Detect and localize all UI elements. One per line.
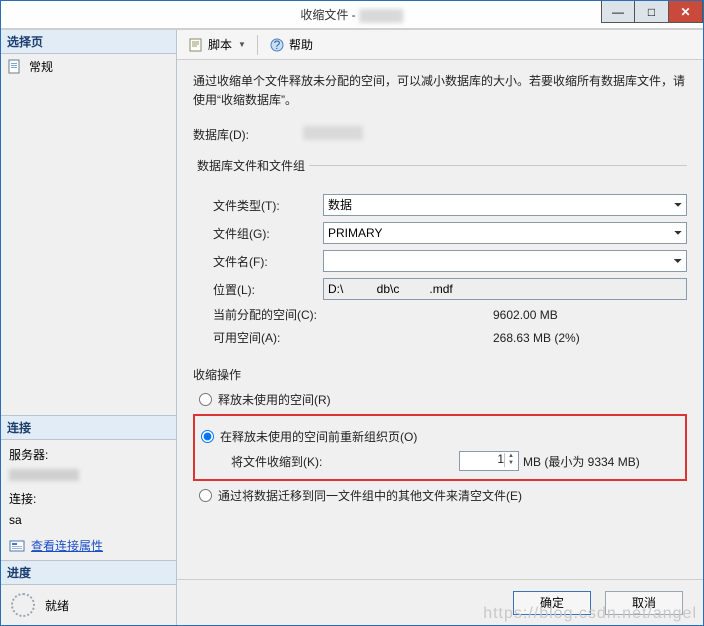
server-label: 服务器: <box>9 446 168 463</box>
description-text: 通过收缩单个文件释放未分配的空间，可以减小数据库的大小。若要收缩所有数据库文件，… <box>193 72 687 110</box>
sidebar-item-label: 常规 <box>29 58 53 75</box>
filegroup-select[interactable]: PRIMARY <box>323 222 687 244</box>
help-button[interactable]: ? 帮助 <box>262 33 320 57</box>
cancel-button[interactable]: 取消 <box>605 591 683 615</box>
radio-release-unused[interactable] <box>199 393 212 406</box>
radio-empty-label: 通过将数据迁移到同一文件组中的其他文件来清空文件(E) <box>218 487 522 504</box>
shrink-to-suffix: MB (最小为 9334 MB) <box>523 453 640 470</box>
progress-header: 进度 <box>1 561 176 585</box>
radio-reorganize-pages[interactable] <box>201 430 214 443</box>
radio-reorganize-label: 在释放未使用的空间前重新组织页(O) <box>220 428 417 445</box>
script-button[interactable]: 脚本 ▼ <box>181 33 253 57</box>
minimize-button[interactable]: — <box>601 1 635 23</box>
file-type-select[interactable]: 数据 <box>323 194 687 216</box>
page-icon <box>7 59 23 75</box>
chevron-down-icon: ▼ <box>238 40 246 49</box>
sidebar-item-general[interactable]: 常规 <box>1 54 176 79</box>
shrink-to-label: 将文件收缩到(K): <box>231 453 351 470</box>
location-input[interactable] <box>323 278 687 300</box>
database-value-redacted <box>303 126 363 140</box>
progress-status: 就绪 <box>45 597 69 614</box>
connection-header: 连接 <box>1 416 176 440</box>
shrink-file-dialog: 收缩文件 - — □ ✕ 选择页 常规 连接 服务器: 连接 <box>0 0 704 626</box>
filename-select[interactable] <box>323 250 687 272</box>
toolbar: 脚本 ▼ ? 帮助 <box>177 30 703 60</box>
properties-icon <box>9 538 25 554</box>
title-bar[interactable]: 收缩文件 - — □ ✕ <box>1 1 703 29</box>
available-space-value: 268.63 MB (2%) <box>493 331 673 345</box>
radio-empty-file[interactable] <box>199 489 212 502</box>
available-space-label: 可用空间(A): <box>213 329 343 346</box>
svg-text:?: ? <box>274 38 281 52</box>
location-label: 位置(L): <box>213 281 323 298</box>
fieldset-legend: 数据库文件和文件组 <box>193 157 309 174</box>
right-pane: 脚本 ▼ ? 帮助 通过收缩单个文件释放未分配的空间，可以减小数据库的大小。若要… <box>177 30 703 625</box>
window-controls: — □ ✕ <box>601 1 703 23</box>
script-icon <box>188 37 204 53</box>
server-value-redacted <box>9 469 79 481</box>
radio-release-row[interactable]: 释放未使用的空间(R) <box>193 391 687 408</box>
connection-user: sa <box>9 513 168 527</box>
view-connection-properties-link[interactable]: 查看连接属性 <box>31 537 103 554</box>
close-button[interactable]: ✕ <box>669 1 703 23</box>
allocated-space-label: 当前分配的空间(C): <box>213 306 343 323</box>
window-title: 收缩文件 - <box>300 6 403 23</box>
database-label: 数据库(D): <box>193 126 303 143</box>
dialog-footer: 确定 取消 https://blog.csdn.net/angel <box>177 579 703 625</box>
help-icon: ? <box>269 37 285 53</box>
ok-button[interactable]: 确定 <box>513 591 591 615</box>
select-page-header: 选择页 <box>1 30 176 54</box>
progress-spinner-icon <box>11 593 35 617</box>
file-type-label: 文件类型(T): <box>213 197 323 214</box>
shrink-action-title: 收缩操作 <box>193 366 687 383</box>
filegroup-label: 文件组(G): <box>213 225 323 242</box>
file-and-filegroup-fieldset: 数据库文件和文件组 文件类型(T): 数据 文件组(G): PRIMARY 文件… <box>193 157 687 352</box>
toolbar-separator <box>257 35 258 55</box>
highlighted-option: 在释放未使用的空间前重新组织页(O) 将文件收缩到(K): 1 MB (最小为 … <box>193 414 687 481</box>
shrink-to-spinner[interactable]: 1 <box>459 451 519 471</box>
filename-label: 文件名(F): <box>213 253 323 270</box>
radio-reorganize-row[interactable]: 在释放未使用的空间前重新组织页(O) <box>201 428 679 445</box>
allocated-space-value: 9602.00 MB <box>493 308 673 322</box>
radio-empty-row[interactable]: 通过将数据迁移到同一文件组中的其他文件来清空文件(E) <box>193 487 687 504</box>
radio-release-label: 释放未使用的空间(R) <box>218 391 331 408</box>
connection-label: 连接: <box>9 490 168 507</box>
left-pane: 选择页 常规 连接 服务器: 连接: sa <box>1 30 177 625</box>
maximize-button[interactable]: □ <box>635 1 669 23</box>
